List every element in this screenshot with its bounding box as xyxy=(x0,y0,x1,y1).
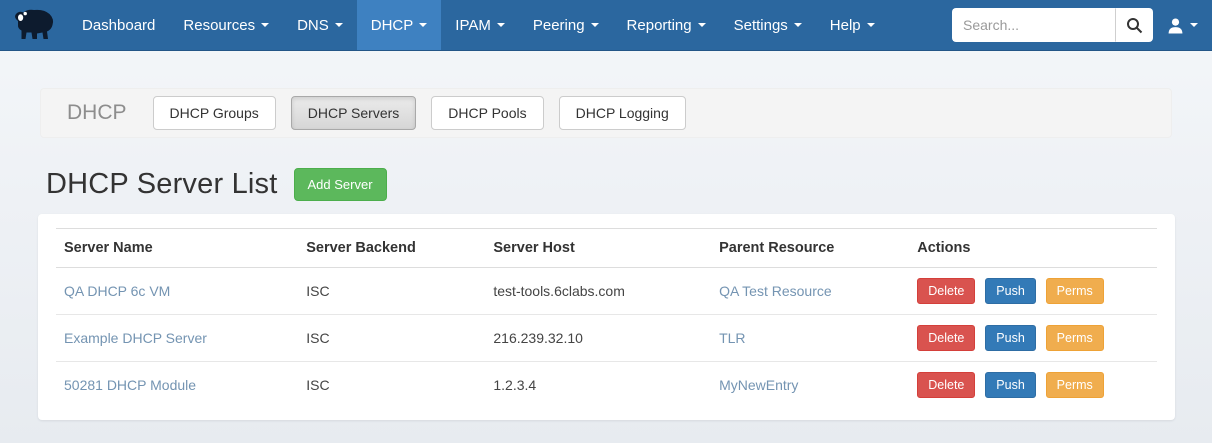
nav-item-label: Resources xyxy=(183,17,255,34)
column-header-actions: Actions xyxy=(909,229,1157,268)
subnav-button-dhcp-servers[interactable]: DHCP Servers xyxy=(291,96,417,130)
subnav-button-dhcp-logging[interactable]: DHCP Logging xyxy=(559,96,686,130)
table-row: QA DHCP 6c VM ISC test-tools.6clabs.com … xyxy=(56,268,1157,315)
delete-button[interactable]: Delete xyxy=(917,372,975,398)
nav-item-peering[interactable]: Peering xyxy=(519,0,613,50)
nav-item-label: Dashboard xyxy=(82,17,155,34)
nav-item-help[interactable]: Help xyxy=(816,0,889,50)
nav-item-label: Help xyxy=(830,17,861,34)
main-menu: Dashboard Resources DNS DHCP IPAM Peerin… xyxy=(68,0,889,50)
dhcp-server-list-screen: Dashboard Resources DNS DHCP IPAM Peerin… xyxy=(0,0,1212,443)
nav-item-label: IPAM xyxy=(455,17,491,34)
nav-item-ipam[interactable]: IPAM xyxy=(441,0,519,50)
search-icon xyxy=(1126,17,1143,34)
push-button[interactable]: Push xyxy=(985,372,1036,398)
caret-down-icon xyxy=(419,23,427,27)
parent-resource-link[interactable]: QA Test Resource xyxy=(719,283,832,299)
app-logo[interactable] xyxy=(0,0,68,50)
nav-item-label: DNS xyxy=(297,17,329,34)
nav-item-label: Peering xyxy=(533,17,585,34)
subnav-title: DHCP xyxy=(67,101,127,125)
search-group xyxy=(952,8,1153,42)
caret-down-icon xyxy=(591,23,599,27)
nav-item-resources[interactable]: Resources xyxy=(169,0,283,50)
top-navbar: Dashboard Resources DNS DHCP IPAM Peerin… xyxy=(0,0,1212,51)
table-row: Example DHCP Server ISC 216.239.32.10 TL… xyxy=(56,315,1157,362)
server-list-card: Server Name Server Backend Server Host P… xyxy=(38,214,1175,420)
nav-item-settings[interactable]: Settings xyxy=(720,0,816,50)
push-button[interactable]: Push xyxy=(985,278,1036,304)
caret-down-icon xyxy=(261,23,269,27)
user-icon xyxy=(1167,17,1184,34)
caret-down-icon xyxy=(1190,23,1198,27)
column-header-server-name: Server Name xyxy=(56,229,298,268)
caret-down-icon xyxy=(867,23,875,27)
server-host-value: 1.2.3.4 xyxy=(485,362,711,409)
nav-item-label: Reporting xyxy=(627,17,692,34)
delete-button[interactable]: Delete xyxy=(917,278,975,304)
server-name-link[interactable]: Example DHCP Server xyxy=(64,330,207,346)
column-header-server-backend: Server Backend xyxy=(298,229,485,268)
table-header-row: Server Name Server Backend Server Host P… xyxy=(56,229,1157,268)
perms-button[interactable]: Perms xyxy=(1046,372,1104,398)
dhcp-server-table: Server Name Server Backend Server Host P… xyxy=(56,228,1157,408)
server-host-value: test-tools.6clabs.com xyxy=(485,268,711,315)
search-button[interactable] xyxy=(1115,8,1153,42)
subnav-button-dhcp-groups[interactable]: DHCP Groups xyxy=(153,96,276,130)
perms-button[interactable]: Perms xyxy=(1046,278,1104,304)
parent-resource-link[interactable]: MyNewEntry xyxy=(719,377,798,393)
nav-item-reporting[interactable]: Reporting xyxy=(613,0,720,50)
column-header-server-host: Server Host xyxy=(485,229,711,268)
provision-animal-logo-icon xyxy=(10,8,56,42)
server-backend-value: ISC xyxy=(298,268,485,315)
delete-button[interactable]: Delete xyxy=(917,325,975,351)
server-name-link[interactable]: 50281 DHCP Module xyxy=(64,377,196,393)
caret-down-icon xyxy=(794,23,802,27)
caret-down-icon xyxy=(698,23,706,27)
nav-item-label: DHCP xyxy=(371,17,414,34)
dhcp-subnav-panel: DHCP DHCP Groups DHCP Servers DHCP Pools… xyxy=(40,88,1172,138)
server-backend-value: ISC xyxy=(298,362,485,409)
server-backend-value: ISC xyxy=(298,315,485,362)
table-row: 50281 DHCP Module ISC 1.2.3.4 MyNewEntry… xyxy=(56,362,1157,409)
search-input[interactable] xyxy=(952,8,1115,42)
page-title: DHCP Server List xyxy=(46,168,278,201)
navbar-right xyxy=(952,0,1212,50)
push-button[interactable]: Push xyxy=(985,325,1036,351)
caret-down-icon xyxy=(497,23,505,27)
perms-button[interactable]: Perms xyxy=(1046,325,1104,351)
nav-item-dhcp[interactable]: DHCP xyxy=(357,0,442,50)
heading-row: DHCP Server List Add Server xyxy=(46,168,1172,201)
caret-down-icon xyxy=(335,23,343,27)
server-name-link[interactable]: QA DHCP 6c VM xyxy=(64,283,170,299)
column-header-parent-resource: Parent Resource xyxy=(711,229,909,268)
parent-resource-link[interactable]: TLR xyxy=(719,330,745,346)
nav-item-dns[interactable]: DNS xyxy=(283,0,357,50)
subnav-button-dhcp-pools[interactable]: DHCP Pools xyxy=(431,96,543,130)
server-host-value: 216.239.32.10 xyxy=(485,315,711,362)
user-menu-button[interactable] xyxy=(1167,17,1198,34)
nav-item-dashboard[interactable]: Dashboard xyxy=(68,0,169,50)
nav-item-label: Settings xyxy=(734,17,788,34)
add-server-button[interactable]: Add Server xyxy=(294,168,387,201)
